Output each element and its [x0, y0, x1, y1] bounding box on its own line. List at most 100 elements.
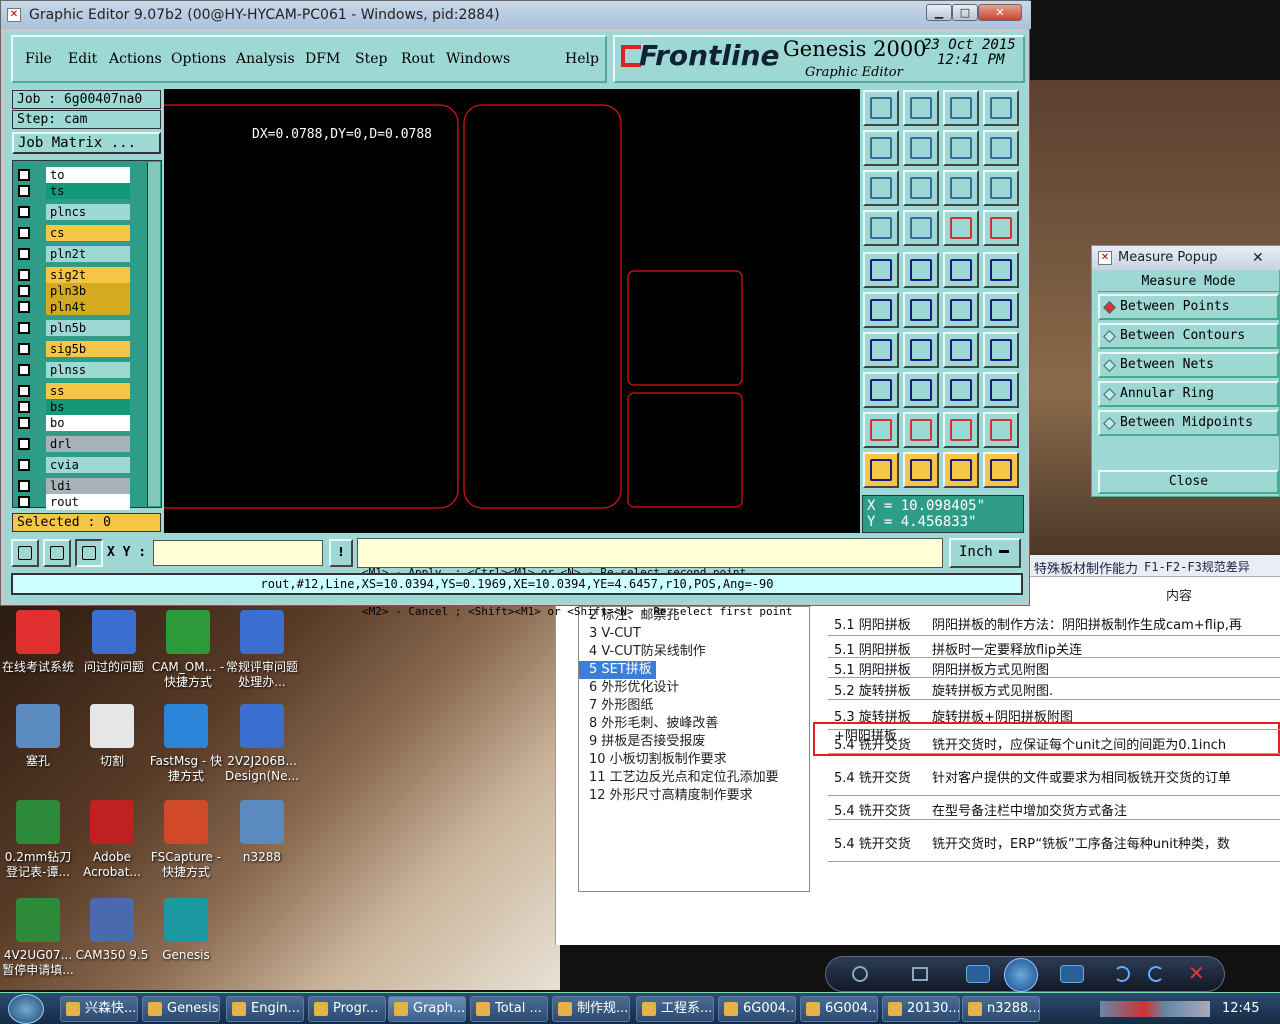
- menu-options[interactable]: Options: [171, 51, 226, 67]
- tool-button-line[interactable]: [903, 332, 939, 368]
- toc-item[interactable]: 6 外形优化设计: [579, 679, 809, 697]
- layer-row[interactable]: cs: [16, 225, 132, 241]
- tool-button-slot[interactable]: [983, 332, 1019, 368]
- tool-button-save[interactable]: [903, 90, 939, 126]
- taskbar-item[interactable]: Graph...: [388, 996, 466, 1022]
- toc-item[interactable]: 9 拼板是否接受报废: [579, 733, 809, 751]
- tool-button-point2[interactable]: [983, 292, 1019, 328]
- tool-button-select[interactable]: [863, 452, 899, 488]
- snap-button[interactable]: [43, 539, 71, 567]
- popup-close-icon[interactable]: ✕: [1252, 246, 1264, 270]
- slideshow-icon[interactable]: [1004, 958, 1038, 992]
- layer-row[interactable]: sig2t: [16, 267, 132, 283]
- layer-checkbox[interactable]: [18, 438, 30, 450]
- layer-row[interactable]: ss: [16, 383, 132, 399]
- layer-row[interactable]: bo: [16, 415, 132, 431]
- doc-tab-spec-diff[interactable]: F1-F2-F3规范差异: [1144, 558, 1250, 575]
- layer-row[interactable]: ts: [16, 183, 132, 199]
- tool-button-ruler[interactable]: [943, 252, 979, 288]
- tool-button-window[interactable]: [983, 90, 1019, 126]
- desktop-icon[interactable]: FSCapture - 快捷方式: [148, 800, 224, 880]
- zoom-icon[interactable]: [852, 966, 868, 982]
- xy-input[interactable]: [153, 540, 323, 566]
- tray-icons[interactable]: [1100, 1001, 1210, 1017]
- layer-row[interactable]: drl: [16, 436, 132, 452]
- info-button[interactable]: !: [329, 539, 353, 567]
- layer-row[interactable]: plncs: [16, 204, 132, 220]
- desktop-icon[interactable]: Adobe Acrobat...: [74, 800, 150, 880]
- toc-item[interactable]: 5 SET拼板: [579, 661, 656, 679]
- layer-row[interactable]: plnss: [16, 362, 132, 378]
- tool-button-align[interactable]: [943, 372, 979, 408]
- tool-button-triangle3[interactable]: [943, 412, 979, 448]
- layer-checkbox[interactable]: [18, 417, 30, 429]
- layer-checkbox[interactable]: [18, 364, 30, 376]
- taskbar-item[interactable]: 6G004...: [800, 996, 878, 1022]
- layer-checkbox[interactable]: [18, 185, 30, 197]
- graphic-canvas[interactable]: DX=0.0788,DY=0,D=0.0788: [164, 89, 860, 533]
- tool-button-undo[interactable]: [983, 130, 1019, 166]
- taskbar-clock[interactable]: 12:45: [1222, 1001, 1259, 1016]
- layer-checkbox[interactable]: [18, 480, 30, 492]
- menu-actions[interactable]: Actions: [109, 51, 162, 67]
- layer-row[interactable]: sig5b: [16, 341, 132, 357]
- layer-checkbox[interactable]: [18, 285, 30, 297]
- tool-button-shape[interactable]: [903, 252, 939, 288]
- rotate-right-icon[interactable]: [1148, 966, 1164, 982]
- tool-button-group[interactable]: [983, 372, 1019, 408]
- layer-row[interactable]: pln2t: [16, 246, 132, 262]
- tool-button-import[interactable]: [863, 130, 899, 166]
- measure-close-button[interactable]: Close: [1098, 470, 1279, 494]
- toc-item[interactable]: 12 外形尺寸高精度制作要求: [579, 787, 809, 805]
- minimize-button[interactable]: ▁: [926, 4, 952, 21]
- desktop-icon[interactable]: 问过的问题: [76, 610, 152, 675]
- tool-button-connect[interactable]: [863, 292, 899, 328]
- desktop-icon[interactable]: 4V2UG07... 暂停申请填...: [0, 898, 76, 978]
- tool-button-open[interactable]: [863, 90, 899, 126]
- zoom-box-button[interactable]: [11, 539, 39, 567]
- desktop-icon[interactable]: Genesis: [148, 898, 224, 963]
- toc-item[interactable]: 8 外形毛刺、披峰改善: [579, 715, 809, 733]
- taskbar-item[interactable]: Total ...: [470, 996, 548, 1022]
- tool-button-route[interactable]: [983, 452, 1019, 488]
- layer-scrollbar[interactable]: [147, 162, 160, 506]
- desktop-icon[interactable]: CAM350 9.5: [74, 898, 150, 963]
- fit-icon[interactable]: [912, 967, 928, 981]
- desktop-icon[interactable]: CAM_OM... - 快捷方式: [150, 610, 226, 690]
- delete-icon[interactable]: ✕: [1188, 961, 1205, 985]
- desktop-icon[interactable]: 0.2mm钻刀登记表-谭...: [0, 800, 76, 880]
- desktop-icon[interactable]: 切割: [74, 704, 150, 769]
- menu-dfm[interactable]: DFM: [305, 51, 340, 67]
- layer-row[interactable]: bs: [16, 399, 132, 415]
- tool-button-arc[interactable]: [943, 332, 979, 368]
- toc-item[interactable]: 11 工艺边反光点和定位孔添加要: [579, 769, 809, 787]
- close-window-button[interactable]: ✕: [978, 4, 1022, 21]
- tool-button-zoom-fit[interactable]: [863, 170, 899, 206]
- taskbar-item[interactable]: Progr...: [308, 996, 386, 1022]
- tool-button-cross[interactable]: [903, 292, 939, 328]
- desktop-icon[interactable]: FastMsg - 快捷方式: [148, 704, 224, 784]
- layer-checkbox[interactable]: [18, 248, 30, 260]
- tool-button-net[interactable]: [943, 210, 979, 246]
- tool-button-mark[interactable]: [863, 372, 899, 408]
- tool-button-select2[interactable]: [903, 452, 939, 488]
- measure-option-between-points[interactable]: Between Points: [1098, 294, 1279, 320]
- tool-button-triangle4[interactable]: [983, 412, 1019, 448]
- tool-button-triangle2[interactable]: [903, 412, 939, 448]
- layer-checkbox[interactable]: [18, 227, 30, 239]
- grid-button[interactable]: [75, 539, 103, 567]
- toc-item[interactable]: 10 小板切割板制作要求: [579, 751, 809, 769]
- taskbar-item[interactable]: Engin...: [226, 996, 304, 1022]
- tool-button-select3[interactable]: [943, 452, 979, 488]
- tool-button-step[interactable]: [943, 130, 979, 166]
- tool-button-net2[interactable]: [983, 210, 1019, 246]
- measure-option-between-midpoints[interactable]: Between Midpoints: [1098, 410, 1279, 436]
- taskbar-item[interactable]: 制作规...: [552, 996, 630, 1022]
- menu-rout[interactable]: Rout: [401, 51, 435, 67]
- tool-button-wrench[interactable]: [863, 210, 899, 246]
- taskbar-item[interactable]: 20130...: [882, 996, 960, 1022]
- tool-button-circle[interactable]: [863, 252, 899, 288]
- tool-button-pan[interactable]: [903, 170, 939, 206]
- tool-button-export[interactable]: [903, 130, 939, 166]
- measure-option-annular-ring[interactable]: Annular Ring: [1098, 381, 1279, 407]
